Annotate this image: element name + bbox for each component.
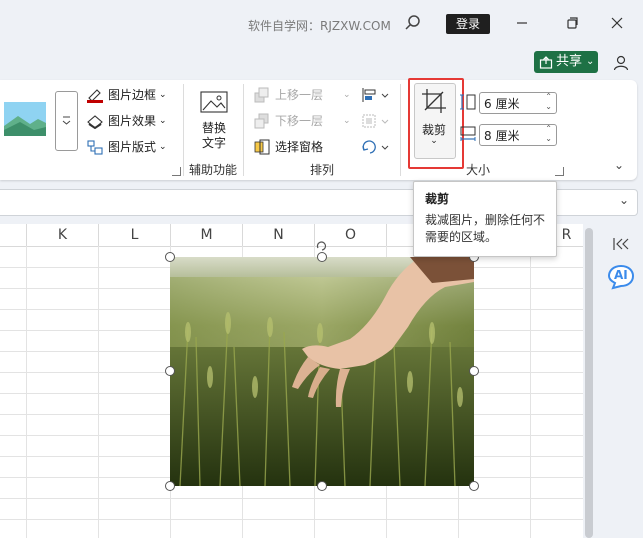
column-header[interactable]: K [27, 224, 99, 247]
spinner-arrows-icon[interactable]: ⌃ ⌄ [545, 92, 552, 112]
shape-height-icon [459, 93, 477, 111]
grid-line [26, 246, 27, 538]
tooltip-description: 裁减图片，删除任何不需要的区域。 [425, 213, 546, 244]
height-input[interactable]: 6 厘米 ⌃ ⌄ [479, 92, 557, 114]
picture-layout-label: 图片版式 [108, 140, 157, 154]
resize-handle-se[interactable] [469, 481, 479, 491]
grid-line [0, 498, 583, 499]
group-objects-icon [362, 114, 389, 128]
dialog-launcher-icon[interactable] [172, 167, 181, 176]
selection-pane-icon [254, 139, 270, 154]
picture-effects-button[interactable]: 图片效果 ⌄ [86, 112, 167, 129]
arrange-group-label: 排列 [310, 163, 335, 177]
watermark-site-text: 软件自学网：RJZXW.COM [248, 19, 391, 33]
selected-picture-wheat-field[interactable] [170, 257, 474, 486]
spinner-arrows-icon[interactable]: ⌃ ⌄ [545, 124, 552, 144]
rotate-button[interactable] [360, 138, 392, 156]
send-backward-icon [254, 113, 269, 128]
width-input[interactable]: 8 厘米 ⌃ ⌄ [479, 124, 557, 146]
resize-handle-e[interactable] [469, 366, 479, 376]
rotate-handle-icon[interactable] [316, 240, 327, 251]
vertical-scrollbar[interactable] [585, 228, 593, 538]
resize-handle-nw[interactable] [165, 252, 175, 262]
bring-forward-label: 上移一层 [275, 88, 324, 102]
collapse-pane-icon[interactable] [612, 236, 630, 252]
login-button[interactable]: 登录 [446, 14, 490, 34]
column-header[interactable]: N [243, 224, 315, 247]
picture-border-label: 图片边框 [108, 88, 157, 102]
expand-formula-icon[interactable]: ⌄ [619, 193, 629, 207]
picture-border-button[interactable]: 图片边框 ⌄ [86, 86, 167, 103]
resize-handle-sw[interactable] [165, 481, 175, 491]
chevron-down-icon: ⌄ [159, 141, 167, 152]
grid-line [530, 246, 531, 538]
chevron-down-icon: ⌄ [343, 89, 351, 100]
group-divider [243, 84, 244, 176]
picture-border-icon [87, 88, 103, 103]
selection-pane-label: 选择窗格 [275, 140, 324, 154]
person-feedback-icon[interactable] [612, 54, 630, 72]
dialog-launcher-icon[interactable] [555, 167, 564, 176]
collapse-ribbon-icon[interactable]: ⌄ [614, 158, 624, 172]
picture-style-thumbnail[interactable] [0, 92, 50, 146]
column-header[interactable]: L [99, 224, 171, 247]
send-backward-button[interactable]: 下移一层 ⌄ [253, 112, 351, 129]
picture-effects-icon [87, 114, 103, 129]
alt-text-label-line2: 文字 [201, 136, 226, 150]
share-icon [539, 56, 553, 69]
close-icon[interactable] [607, 13, 627, 33]
share-label: 共享 [556, 54, 583, 69]
column-header-blank [0, 224, 27, 247]
share-button[interactable]: 共享 ⌄ [534, 51, 598, 73]
chevron-down-icon: ⌄ [343, 115, 351, 126]
shape-width-icon [459, 125, 477, 143]
height-value: 6 厘米 [484, 97, 520, 111]
restore-icon[interactable] [562, 13, 582, 33]
width-value: 8 厘米 [484, 129, 520, 143]
selection-pane-button[interactable]: 选择窗格 [253, 138, 323, 155]
alt-text-icon[interactable] [197, 89, 231, 117]
crop-tooltip: 裁剪 裁减图片，删除任何不需要的区域。 [413, 181, 557, 257]
picture-effects-label: 图片效果 [108, 114, 157, 128]
group-objects-button[interactable] [360, 112, 392, 130]
chevron-down-icon: ⌄ [159, 89, 167, 100]
grid-line [98, 246, 99, 538]
picture-layout-icon [87, 139, 103, 155]
column-header[interactable]: M [171, 224, 243, 247]
alt-text-button[interactable]: 替换 文字 [200, 121, 228, 151]
tooltip-title: 裁剪 [425, 192, 450, 206]
send-backward-label: 下移一层 [275, 114, 324, 128]
style-gallery-more-button[interactable] [55, 91, 78, 151]
search-icon[interactable] [404, 14, 422, 32]
group-divider [183, 84, 184, 176]
crop-highlight-box [408, 78, 464, 169]
accessibility-group-label: 辅助功能 [189, 163, 238, 177]
ai-label: AI [614, 268, 628, 282]
resize-handle-s[interactable] [317, 481, 327, 491]
grid-line [0, 519, 583, 520]
chevron-down-icon: ⌄ [586, 56, 595, 67]
resize-handle-w[interactable] [165, 366, 175, 376]
minimize-icon[interactable] [512, 13, 532, 33]
picture-layout-button[interactable]: 图片版式 ⌄ [86, 138, 167, 155]
align-icon [362, 88, 389, 102]
bring-forward-button[interactable]: 上移一层 ⌄ [253, 86, 351, 103]
bring-forward-icon [254, 87, 269, 102]
align-button[interactable] [360, 86, 392, 104]
resize-handle-n[interactable] [317, 252, 327, 262]
chevron-down-icon: ⌄ [159, 115, 167, 126]
size-group-label: 大小 [466, 163, 491, 177]
rotate-icon [362, 140, 389, 154]
alt-text-label-line1: 替换 [201, 121, 226, 135]
ai-assistant-icon[interactable]: AI [607, 264, 635, 290]
group-divider [400, 84, 401, 176]
